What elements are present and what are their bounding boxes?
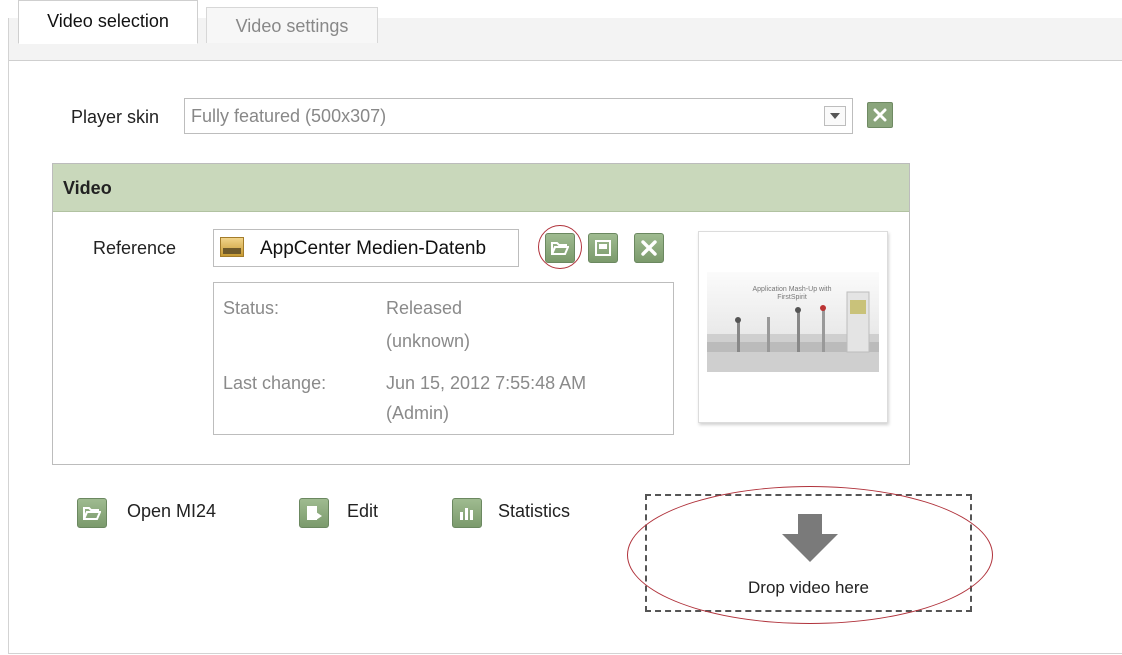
preview-icon	[595, 240, 611, 256]
close-icon	[641, 240, 657, 256]
last-change-user: (Admin)	[386, 403, 450, 423]
reference-info-box: Status: Released (unknown) Last change: …	[213, 282, 674, 435]
last-change-date: Jun 15, 2012 7:55:48 AM	[386, 373, 587, 393]
player-skin-value: Fully featured (500x307)	[191, 106, 387, 126]
statistics-icon	[452, 498, 482, 528]
folder-open-icon	[77, 498, 107, 528]
video-panel-header: Video	[53, 164, 909, 212]
status-value: Released	[386, 298, 463, 318]
player-skin-select[interactable]: Fully featured (500x307)	[184, 98, 853, 134]
tab-video-selection[interactable]: Video selection	[18, 0, 198, 44]
status-version: (unknown)	[386, 331, 471, 351]
tab-video-settings[interactable]: Video settings	[206, 7, 378, 43]
open-mi24-label: Open MI24	[127, 501, 217, 521]
player-skin-label: Player skin	[71, 107, 160, 127]
status-label: Status:	[223, 298, 280, 318]
last-change-label: Last change:	[223, 373, 327, 393]
video-panel-title: Video	[63, 178, 112, 198]
reference-label: Reference	[93, 238, 177, 258]
highlight-circle-open	[538, 225, 582, 269]
close-icon	[873, 108, 887, 122]
statistics-label: Statistics	[498, 501, 571, 521]
edit-label: Edit	[347, 501, 379, 521]
reference-value: AppCenter Medien-Datenb	[260, 238, 487, 259]
image-icon	[220, 237, 244, 257]
highlight-circle-drop	[627, 486, 993, 624]
video-thumbnail[interactable]: Application Mash-Up with FirstSpirit	[698, 231, 888, 423]
chevron-down-icon	[830, 113, 840, 119]
player-skin-dropdown-button[interactable]	[824, 106, 846, 126]
clear-skin-button[interactable]	[867, 102, 893, 128]
thumbnail-caption: Application Mash-Up with FirstSpirit	[752, 286, 832, 301]
remove-reference-button[interactable]	[634, 233, 664, 263]
edit-icon	[299, 498, 329, 528]
preview-reference-button[interactable]	[588, 233, 618, 263]
reference-field[interactable]: AppCenter Medien-Datenb	[213, 229, 519, 267]
